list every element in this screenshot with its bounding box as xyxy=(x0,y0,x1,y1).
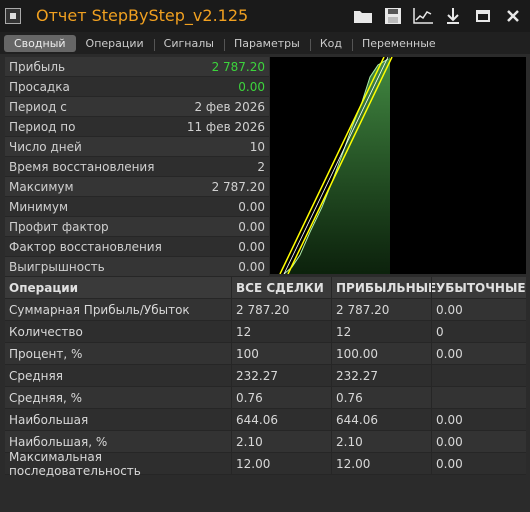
table-cell: 0.00 xyxy=(431,343,522,364)
table-cell: 0.76 xyxy=(331,387,431,408)
summary-value: 0.00 xyxy=(238,259,265,274)
table-cell: 2.10 xyxy=(231,431,331,452)
table-row: Средняя 232.27 232.27 xyxy=(5,365,526,387)
equity-chart xyxy=(270,56,526,275)
table-cell: Средняя xyxy=(9,368,63,383)
table-cell: 0.00 xyxy=(431,299,522,320)
table-cell: 232.27 xyxy=(231,365,331,386)
window-title: Отчет StepByStep_v2.125 xyxy=(36,6,249,25)
summary-label: Максимум xyxy=(9,179,74,194)
table-cell: Суммарная Прибыль/Убыток xyxy=(9,302,190,317)
table-cell: 0.00 xyxy=(431,431,522,452)
maximize-icon[interactable] xyxy=(472,5,494,27)
report-window: Отчет StepByStep_v2.125 Сводный Операции… xyxy=(0,0,530,512)
summary-value: 10 xyxy=(249,139,265,154)
tab-operations[interactable]: Операции xyxy=(76,35,154,52)
summary-row: Число дней 10 xyxy=(5,137,269,157)
folder-icon[interactable] xyxy=(352,5,374,27)
summary-row: Максимум 2 787.20 xyxy=(5,177,269,197)
table-row: Количество 12 12 0 xyxy=(5,321,526,343)
column-header: ВСЕ СДЕЛКИ xyxy=(231,277,331,298)
table-cell: Наибольшая xyxy=(9,412,89,427)
summary-row: Период с 2 фев 2026 xyxy=(5,97,269,117)
summary-label: Прибыль xyxy=(9,59,66,74)
summary-label: Минимум xyxy=(9,199,69,214)
summary-value: 0.00 xyxy=(238,239,265,254)
title-bar: Отчет StepByStep_v2.125 xyxy=(0,0,530,32)
table-cell: 12.00 xyxy=(231,453,331,474)
tab-summary[interactable]: Сводный xyxy=(4,34,76,52)
table-cell: Наибольшая, % xyxy=(9,434,108,449)
summary-row: Минимум 0.00 xyxy=(5,197,269,217)
table-cell: Средняя, % xyxy=(9,390,82,405)
table-cell: 12.00 xyxy=(331,453,431,474)
table-cell: 0.00 xyxy=(431,453,522,474)
table-cell: 12 xyxy=(231,321,331,342)
table-cell: 12 xyxy=(331,321,431,342)
table-cell: 0 xyxy=(431,321,522,342)
table-cell: Количество xyxy=(9,324,83,339)
table-cell: 100.00 xyxy=(331,343,431,364)
summary-value: 2 787.20 xyxy=(211,59,265,74)
stats-table: Операции ВСЕ СДЕЛКИ ПРИБЫЛЬНЫЕ УБЫТОЧНЫЕ… xyxy=(5,277,526,478)
table-cell: 2.10 xyxy=(331,431,431,452)
summary-row: Прибыль 2 787.20 xyxy=(5,57,269,77)
table-cell: 644.06 xyxy=(331,409,431,430)
tab-parameters[interactable]: Параметры xyxy=(223,35,310,52)
summary-value: 0.00 xyxy=(238,79,265,94)
download-icon[interactable] xyxy=(442,5,464,27)
table-cell: Процент, % xyxy=(9,346,83,361)
summary-label: Фактор восстановления xyxy=(9,239,162,254)
summary-label: Число дней xyxy=(9,139,82,154)
tab-bar: Сводный Операции Сигналы Параметры Код П… xyxy=(0,32,530,54)
summary-label: Профит фактор xyxy=(9,219,109,234)
chart-icon[interactable] xyxy=(412,5,434,27)
summary-label: Период с xyxy=(9,99,67,114)
summary-row: Профит фактор 0.00 xyxy=(5,217,269,237)
summary-label: Просадка xyxy=(9,79,70,94)
table-row: Суммарная Прибыль/Убыток 2 787.20 2 787.… xyxy=(5,299,526,321)
table-cell: 0.76 xyxy=(231,387,331,408)
table-row: Максимальная последовательность 12.00 12… xyxy=(5,449,526,478)
table-header-row: Операции ВСЕ СДЕЛКИ ПРИБЫЛЬНЫЕ УБЫТОЧНЫЕ xyxy=(5,277,526,299)
summary-value: 0.00 xyxy=(238,219,265,234)
tab-variables[interactable]: Переменные xyxy=(351,35,446,52)
summary-label: Время восстановления xyxy=(9,159,155,174)
summary-label: Выигрышность xyxy=(9,259,105,274)
table-cell: 2 787.20 xyxy=(331,299,431,320)
table-cell: 0.00 xyxy=(431,409,522,430)
summary-list: Прибыль 2 787.20 Просадка 0.00 Период с 2 ф… xyxy=(5,57,269,277)
table-cell xyxy=(431,387,522,408)
summary-value: 2 787.20 xyxy=(211,179,265,194)
column-header: УБЫТОЧНЫЕ xyxy=(431,277,526,298)
summary-row: Просадка 0.00 xyxy=(5,77,269,97)
table-row: Наибольшая 644.06 644.06 0.00 xyxy=(5,409,526,431)
table-row: Средняя, % 0.76 0.76 xyxy=(5,387,526,409)
save-icon[interactable] xyxy=(382,5,404,27)
summary-row: Выигрышность 0.00 xyxy=(5,257,269,277)
table-cell xyxy=(431,365,522,386)
summary-value: 2 фев 2026 xyxy=(194,99,265,114)
window-menu-icon[interactable] xyxy=(5,8,21,24)
close-icon[interactable] xyxy=(502,5,524,27)
table-cell: 2 787.20 xyxy=(231,299,331,320)
column-header: ПРИБЫЛЬНЫЕ xyxy=(331,277,436,298)
table-cell: Максимальная последовательность xyxy=(9,449,141,478)
table-cell: 100 xyxy=(231,343,331,364)
summary-value: 0.00 xyxy=(238,199,265,214)
summary-row: Фактор восстановления 0.00 xyxy=(5,237,269,257)
table-cell: 644.06 xyxy=(231,409,331,430)
tab-code[interactable]: Код xyxy=(309,35,352,52)
table-cell: 232.27 xyxy=(331,365,431,386)
summary-value: 11 фев 2026 xyxy=(186,119,265,134)
tab-signals[interactable]: Сигналы xyxy=(153,35,224,52)
summary-row: Время восстановления 2 xyxy=(5,157,269,177)
summary-row: Период по 11 фев 2026 xyxy=(5,117,269,137)
summary-label: Период по xyxy=(9,119,76,134)
column-header: Операции xyxy=(9,280,79,295)
table-row: Процент, % 100 100.00 0.00 xyxy=(5,343,526,365)
summary-value: 2 xyxy=(257,159,265,174)
